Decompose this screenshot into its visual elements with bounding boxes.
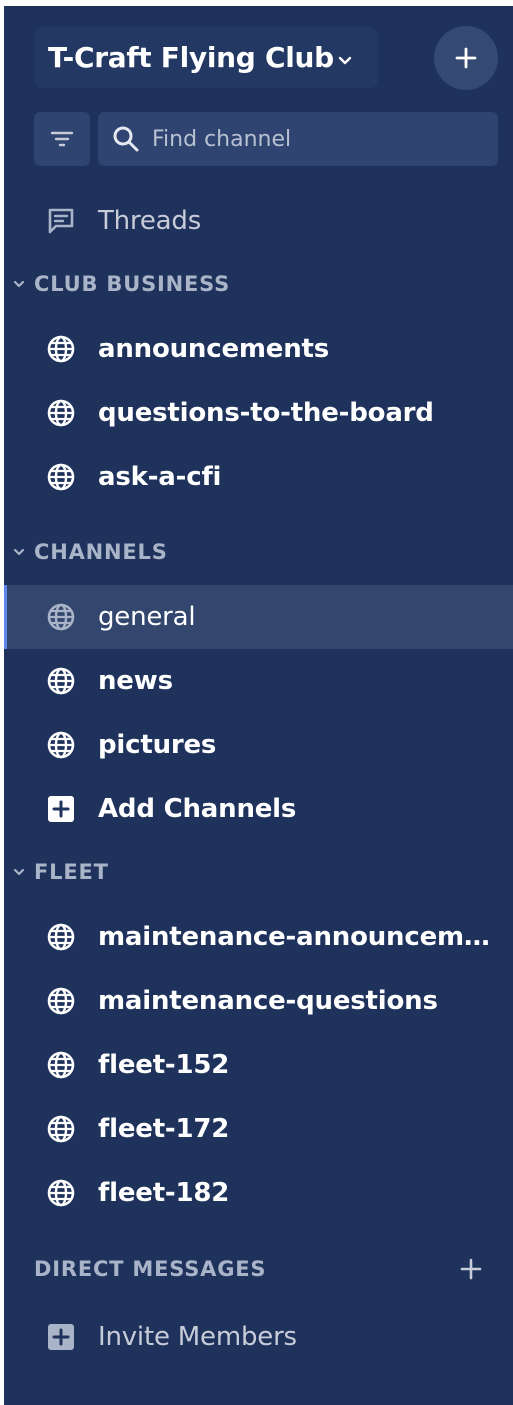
globe-icon (44, 984, 78, 1018)
section-channels[interactable]: CHANNELS (12, 537, 168, 567)
section-fleet[interactable]: FLEET (12, 857, 109, 887)
globe-icon (44, 1048, 78, 1082)
channel-label: maintenance-questions (98, 986, 438, 1016)
globe-icon (44, 460, 78, 494)
globe-icon (44, 1112, 78, 1146)
channel-label: questions-to-the-board (98, 398, 434, 428)
globe-icon (44, 600, 78, 634)
team-menu-button[interactable]: T-Craft Flying Club (34, 27, 378, 88)
channel-item-pictures[interactable]: pictures (4, 713, 513, 777)
channel-item-questions-to-the-board[interactable]: questions-to-the-board (4, 381, 513, 445)
find-channel-input[interactable] (152, 126, 472, 152)
channel-label: general (98, 602, 196, 632)
add-button[interactable] (434, 26, 498, 90)
channel-label: maintenance-announceme... (98, 922, 492, 952)
channel-label: fleet-152 (98, 1050, 230, 1080)
invite-members-button[interactable]: Invite Members (4, 1305, 513, 1369)
channel-item-fleet-152[interactable]: fleet-152 (4, 1033, 513, 1097)
channel-item-fleet-172[interactable]: fleet-172 (4, 1097, 513, 1161)
channel-item-fleet-182[interactable]: fleet-182 (4, 1161, 513, 1225)
section-title: FLEET (34, 860, 109, 884)
globe-icon (44, 728, 78, 762)
channel-item-general[interactable]: general (4, 585, 513, 649)
add-channels-label: Add Channels (98, 794, 297, 824)
plus-box-icon (44, 792, 78, 826)
threads-label: Threads (98, 206, 202, 236)
plus-box-icon (44, 1320, 78, 1354)
threads-item[interactable]: Threads (4, 189, 513, 253)
globe-icon (44, 396, 78, 430)
section-title: DIRECT MESSAGES (34, 1257, 267, 1281)
filter-icon (50, 131, 74, 147)
invite-members-label: Invite Members (98, 1322, 297, 1352)
channel-item-ask-a-cfi[interactable]: ask-a-cfi (4, 445, 513, 509)
chevron-down-icon (12, 277, 26, 291)
channel-label: news (98, 666, 173, 696)
plus-icon (455, 47, 477, 69)
channel-label: fleet-182 (98, 1178, 230, 1208)
globe-icon (44, 664, 78, 698)
search-icon (113, 126, 139, 152)
channel-sidebar: T-Craft Flying Club Threads CLUB BUSINES… (4, 6, 513, 1405)
section-club-business[interactable]: CLUB BUSINESS (12, 269, 230, 299)
channel-label: announcements (98, 334, 330, 364)
channel-item-news[interactable]: news (4, 649, 513, 713)
chevron-down-icon (12, 865, 26, 879)
threads-icon (44, 204, 78, 238)
globe-icon (44, 1176, 78, 1210)
plus-icon (460, 1258, 482, 1280)
section-title: CLUB BUSINESS (34, 272, 231, 296)
chevron-down-icon (12, 545, 26, 559)
globe-icon (44, 332, 78, 366)
filter-button[interactable] (34, 112, 90, 166)
chevron-down-icon (338, 56, 352, 66)
globe-icon (44, 920, 78, 954)
channel-item-announcements[interactable]: announcements (4, 317, 513, 381)
section-title: CHANNELS (34, 540, 168, 564)
add-channels-button[interactable]: Add Channels (4, 777, 513, 841)
add-direct-message-button[interactable] (456, 1254, 486, 1284)
channel-item-maintenance-announcements[interactable]: maintenance-announceme... (4, 905, 513, 969)
channel-item-maintenance-questions[interactable]: maintenance-questions (4, 969, 513, 1033)
channel-label: fleet-172 (98, 1114, 230, 1144)
find-channel-box[interactable] (98, 112, 498, 166)
section-direct-messages[interactable]: DIRECT MESSAGES (34, 1254, 266, 1284)
team-name: T-Craft Flying Club (48, 41, 334, 74)
channel-label: pictures (98, 730, 217, 760)
channel-label: ask-a-cfi (98, 462, 222, 492)
